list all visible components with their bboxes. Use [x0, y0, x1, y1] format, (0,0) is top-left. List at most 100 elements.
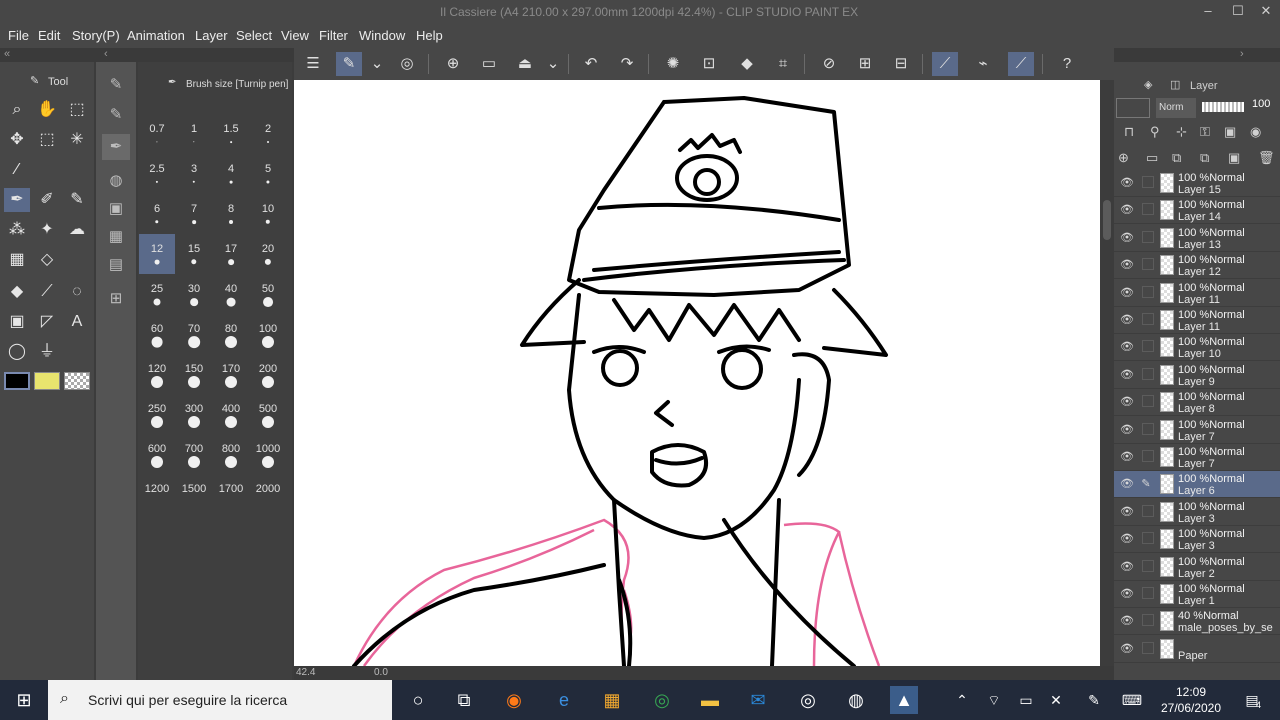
eye-icon[interactable]: 👁: [1119, 258, 1135, 271]
layer-row[interactable]: 👁 100 %Normal Layer 12: [1114, 252, 1280, 280]
chevron-right-icon[interactable]: ›: [1240, 48, 1244, 60]
lock-icon[interactable]: ⚿: [1200, 124, 1210, 140]
export-icon[interactable]: ⏏: [512, 52, 538, 76]
brush-size-option[interactable]: 120: [139, 354, 175, 394]
layer-row[interactable]: 👁 100 %Normal Layer 9: [1114, 362, 1280, 389]
menu-icon[interactable]: ☰: [300, 52, 326, 76]
brush-size-option[interactable]: 10: [250, 194, 286, 234]
brush-size-option[interactable]: 17: [213, 234, 249, 274]
eyedropper-icon[interactable]: ⁄: [4, 158, 30, 182]
layer-lock-toggle[interactable]: [1142, 230, 1154, 243]
layer-row[interactable]: 👁 100 %Normal Layer 10: [1114, 334, 1280, 362]
menu-layer[interactable]: Layer: [195, 28, 228, 43]
undo-icon[interactable]: ↶: [578, 52, 604, 76]
zoom-icon[interactable]: ⌕: [4, 98, 30, 122]
layer-row[interactable]: 👁 100 %Normal Layer 15: [1114, 170, 1280, 197]
angle-readout[interactable]: 0.0: [374, 667, 388, 678]
new-raster-layer-icon[interactable]: ⊕: [1118, 150, 1129, 166]
layer-property-icon[interactable]: ◈: [1144, 78, 1152, 91]
keyboard-icon[interactable]: ⌨: [1118, 686, 1146, 714]
pen-icon[interactable]: ✒: [4, 188, 30, 212]
blend-icon[interactable]: ☁: [64, 218, 90, 242]
sub-film-icon[interactable]: ▤: [102, 252, 130, 278]
pencil-icon[interactable]: ✐: [34, 188, 60, 212]
trash-icon[interactable]: 🗑: [1258, 150, 1275, 166]
eye-icon[interactable]: 👁: [1119, 340, 1135, 353]
layer-row[interactable]: 👁 100 %Normal Layer 11: [1114, 307, 1280, 334]
decoration-icon[interactable]: ⁂: [4, 218, 30, 242]
pen-mode-icon[interactable]: ✎: [336, 52, 362, 76]
menu-select[interactable]: Select: [236, 28, 272, 43]
clip-icon[interactable]: ⊓: [1124, 124, 1134, 140]
duplicate-icon[interactable]: ⧉: [1200, 150, 1209, 166]
selection-icon[interactable]: ⬚: [34, 128, 60, 152]
clip-studio-paint-icon[interactable]: ◍: [842, 686, 870, 714]
chevron-down-icon[interactable]: ⌄: [364, 52, 390, 76]
menu-file[interactable]: File: [8, 28, 29, 43]
brush-size-option[interactable]: 500: [250, 394, 286, 434]
layer-row[interactable]: 👁 100 %Normal Layer 11: [1114, 280, 1280, 307]
layer-row[interactable]: 👁 100 %Normal Layer 7: [1114, 444, 1280, 471]
layer-lock-toggle[interactable]: [1142, 340, 1154, 353]
sub-pen-active-icon[interactable]: ✒: [102, 134, 130, 160]
opacity-slider[interactable]: [1202, 102, 1244, 112]
clip-studio-icon[interactable]: ◎: [794, 686, 822, 714]
eye-icon[interactable]: 👁: [1119, 642, 1135, 655]
menu-filter[interactable]: Filter: [319, 28, 348, 43]
brush-size-option[interactable]: 4: [213, 154, 249, 194]
gradient-icon[interactable]: ▦: [4, 248, 30, 272]
brush-size-option[interactable]: 60: [139, 314, 175, 354]
snap-ruler-icon[interactable]: ⟋: [932, 52, 958, 76]
pen-workspace-icon[interactable]: ✎: [1080, 686, 1108, 714]
eye-icon[interactable]: 👁: [1119, 532, 1135, 545]
brush-size-option[interactable]: 800: [213, 434, 249, 474]
select-icon[interactable]: ⊹: [1176, 124, 1187, 140]
new-file-icon[interactable]: ⊕: [440, 52, 466, 76]
frame-icon[interactable]: ▣: [4, 310, 30, 334]
clip-studio-active-icon[interactable]: ▲: [890, 686, 918, 714]
store-icon[interactable]: ▦: [598, 686, 626, 714]
layer-row[interactable]: 👁 100 %Normal Layer 1: [1114, 581, 1280, 608]
eye-icon[interactable]: 👁: [1119, 313, 1135, 326]
snap-special-ruler-icon[interactable]: ⟋: [1008, 52, 1034, 76]
layer-row[interactable]: 👁 100 %Normal Layer 8: [1114, 389, 1280, 417]
layer-lock-toggle[interactable]: [1142, 313, 1154, 325]
taskbar-search[interactable]: ⌕ Scrivi qui per eseguire la ricerca: [48, 680, 392, 720]
fill-icon[interactable]: ◆: [734, 52, 760, 76]
collapse-left-icon[interactable]: «: [4, 48, 10, 60]
brush-size-option[interactable]: 3: [176, 154, 212, 194]
layer-row[interactable]: 👁 100 %Normal Layer 7: [1114, 417, 1280, 444]
eye-icon[interactable]: 👁: [1119, 614, 1135, 627]
clock[interactable]: 12:09 27/06/2020: [1156, 684, 1226, 716]
brush-size-option[interactable]: 70: [176, 314, 212, 354]
minimize-button[interactable]: –: [1196, 2, 1220, 20]
transparent-swatch[interactable]: [64, 372, 90, 390]
chrome-icon[interactable]: ◎: [648, 686, 676, 714]
brush-size-option[interactable]: 2.5: [139, 154, 175, 194]
opacity-value[interactable]: 100: [1252, 98, 1270, 110]
menu-animation[interactable]: Animation: [127, 28, 185, 43]
brush-size-option[interactable]: 40: [213, 274, 249, 314]
layer-lock-toggle[interactable]: [1142, 258, 1154, 271]
layer-lock-toggle[interactable]: [1142, 532, 1154, 545]
layer-lock-toggle[interactable]: [1142, 203, 1154, 216]
eye-icon[interactable]: 👁: [1119, 176, 1135, 189]
brush-size-option[interactable]: 300: [176, 394, 212, 434]
brush-size-option[interactable]: 2000: [250, 474, 286, 514]
crop-icon[interactable]: ⊟: [888, 52, 914, 76]
figure-icon[interactable]: ⟋: [34, 280, 60, 304]
sub-color-swatch[interactable]: [34, 372, 60, 390]
layer-row[interactable]: 👁 40 %Normal male_poses_by_se: [1114, 608, 1280, 636]
transform-icon[interactable]: ⌗: [770, 52, 796, 76]
layer-lock-toggle[interactable]: [1142, 614, 1154, 627]
ruler-icon[interactable]: ◸: [34, 310, 60, 334]
brush-size-option[interactable]: 30: [176, 274, 212, 314]
eye-icon[interactable]: 👁: [1119, 477, 1135, 490]
invert-selection-icon[interactable]: ⊞: [852, 52, 878, 76]
menu-view[interactable]: View: [281, 28, 309, 43]
blend-mode-select[interactable]: Norm: [1156, 98, 1196, 118]
wifi-icon[interactable]: ⌔: [980, 686, 1008, 714]
volume-muted-icon[interactable]: ✕: [1042, 686, 1070, 714]
eye-icon[interactable]: 👁: [1119, 395, 1135, 408]
reference-icon[interactable]: ⚲: [1150, 124, 1160, 140]
